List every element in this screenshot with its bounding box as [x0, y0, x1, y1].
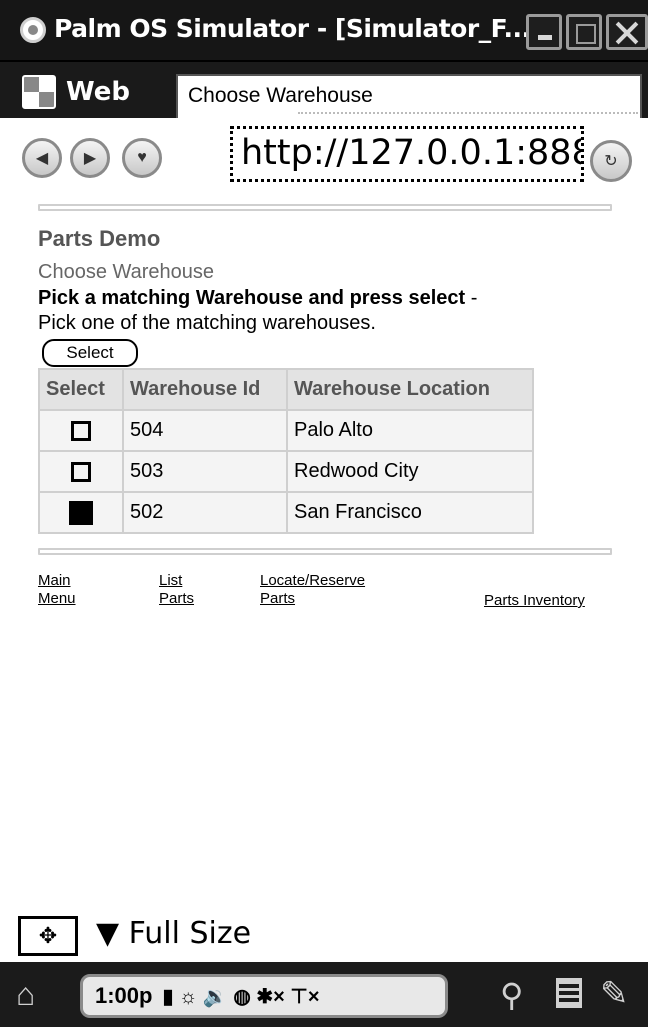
warehouse-id-cell: 503	[122, 450, 288, 493]
radio-select[interactable]	[71, 420, 91, 441]
column-header-warehouse-location: Warehouse Location	[286, 368, 534, 411]
page-subtitle: Choose Warehouse	[38, 261, 215, 283]
reload-icon: ↻	[604, 153, 618, 170]
warehouse-table: Select Warehouse Id Warehouse Location 5…	[38, 368, 534, 534]
maximize-button[interactable]	[566, 14, 602, 50]
instruction-dash: -	[465, 287, 478, 309]
link-line: Menu	[38, 590, 76, 607]
move-icon[interactable]: ✥	[18, 916, 78, 956]
divider	[38, 548, 612, 555]
status-indicator[interactable]: 1:00p ▮ ☼ 🔉 ◍ ✱× ⊤×	[80, 974, 448, 1018]
table-row[interactable]: 503 Redwood City	[38, 450, 534, 493]
link-line: Parts	[260, 590, 296, 607]
column-header-select: Select	[38, 368, 124, 411]
divider	[38, 204, 612, 211]
minimize-button[interactable]	[526, 14, 562, 50]
full-size-dropdown[interactable]: ▼ Full Size	[96, 916, 251, 951]
clock: 1:00p	[95, 983, 153, 1008]
column-header-warehouse-id: Warehouse Id	[122, 368, 288, 411]
home-icon[interactable]: ⌂	[16, 976, 35, 1013]
parts-inventory-link[interactable]: Parts Inventory	[484, 592, 585, 610]
warehouse-id-cell: 504	[122, 409, 288, 452]
status-icons: ▮ ☼ 🔉 ◍ ✱× ⊤×	[162, 985, 320, 1008]
pen-icon[interactable]: ✎	[600, 974, 629, 1014]
instruction-bold: Pick a matching Warehouse and press sele…	[38, 287, 466, 309]
back-icon: ◀	[35, 150, 49, 167]
heart-icon: ♥	[137, 149, 147, 166]
warehouse-location-cell: San Francisco	[286, 491, 534, 534]
select-cell[interactable]	[38, 491, 124, 534]
app-title: Parts Demo	[38, 226, 161, 251]
reload-button[interactable]: ↻	[590, 140, 632, 182]
warehouse-location-cell: Redwood City	[286, 450, 534, 493]
locate-reserve-parts-link[interactable]: Locate/Reserve Parts	[260, 572, 365, 608]
link-line: Locate/Reserve	[260, 572, 366, 589]
warehouse-id-cell: 502	[122, 491, 288, 534]
table-row[interactable]: 504 Palo Alto	[38, 409, 534, 452]
table-row[interactable]: 502 San Francisco	[38, 491, 534, 534]
warehouse-location-cell: Palo Alto	[286, 409, 534, 452]
web-tab-label: Web	[66, 77, 130, 107]
radio-select[interactable]	[69, 500, 93, 525]
url-field[interactable]: http://127.0.0.1:888	[230, 126, 584, 182]
select-cell[interactable]	[38, 450, 124, 493]
instruction-heading: Pick a matching Warehouse and press sele…	[38, 287, 477, 310]
table-header-row: Select Warehouse Id Warehouse Location	[38, 368, 534, 411]
close-button[interactable]	[606, 14, 648, 50]
forward-button[interactable]: ▶	[70, 138, 110, 178]
palm-icon	[20, 17, 46, 43]
link-line: List	[159, 572, 183, 589]
link-line: Parts	[159, 590, 195, 607]
main-menu-link[interactable]: Main Menu	[38, 572, 76, 608]
web-icon	[22, 75, 56, 109]
menu-icon[interactable]	[556, 978, 582, 1008]
favorites-button[interactable]: ♥	[122, 138, 162, 178]
forward-icon: ▶	[83, 150, 97, 167]
back-button[interactable]: ◀	[22, 138, 62, 178]
search-icon[interactable]: ⚲	[500, 976, 523, 1014]
web-app-tab[interactable]: Web	[22, 72, 130, 112]
radio-select[interactable]	[71, 461, 91, 482]
list-parts-link[interactable]: List Parts	[159, 572, 194, 608]
select-button[interactable]: Select	[42, 339, 138, 367]
window-title: Palm OS Simulator - [Simulator_F...	[54, 14, 531, 43]
page-title: Choose Warehouse	[188, 84, 373, 107]
page-title-tab: Choose Warehouse	[176, 74, 642, 120]
instruction-text: Pick one of the matching warehouses.	[38, 312, 376, 334]
select-cell[interactable]	[38, 409, 124, 452]
link-line: Main	[38, 572, 71, 589]
